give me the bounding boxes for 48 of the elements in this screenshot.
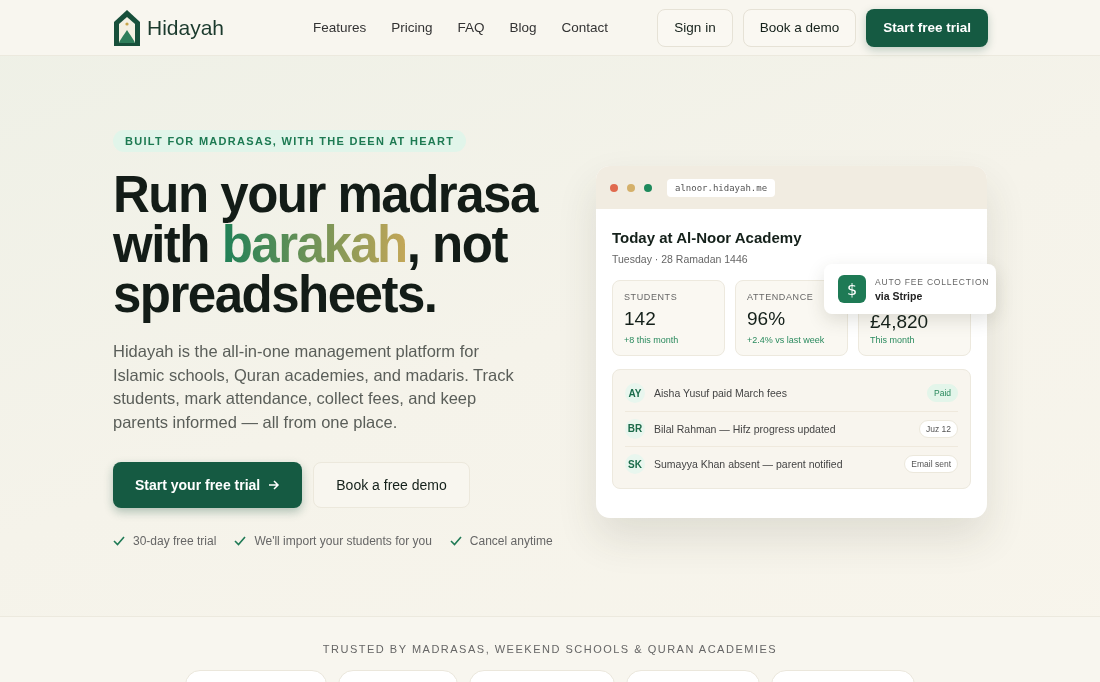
perk-text: Cancel anytime (469, 534, 553, 548)
nav-link[interactable]: Pricing (391, 20, 433, 35)
activity-text: Sumayya Khan absent — parent notified (654, 458, 844, 471)
stat-label: STUDENTS (624, 292, 679, 303)
start-trial-button[interactable]: Start your free trial (113, 462, 303, 508)
stat-note: +2.4% vs last week (747, 335, 826, 345)
stat-value: 96% (747, 308, 787, 330)
nav-link[interactable]: Features (313, 20, 367, 35)
header-button[interactable]: Sign in (657, 8, 733, 47)
url-bar: alnoor.hidayah.me (667, 178, 776, 197)
eyebrow-badge: BUILT FOR MADRASAS, WITH THE DEEN AT HEART (113, 130, 467, 152)
check-icon (234, 536, 247, 546)
demo-button[interactable]: Book a free demo (313, 462, 470, 508)
popup-title: AUTO FEE COLLECTION (875, 276, 990, 287)
status-tag: Paid (927, 384, 958, 403)
window-dot-icon (644, 183, 652, 192)
arrow-right-icon (268, 479, 281, 491)
initials-avatar: BR (625, 418, 645, 439)
window-dot-icon (610, 183, 618, 192)
status-tag: Juz 12 (918, 419, 958, 438)
perk-text: We'll import your students for you (254, 534, 432, 548)
perk-text: 30-day free trial (133, 534, 217, 548)
header-button[interactable]: Book a demo (742, 8, 857, 47)
nav-link[interactable]: FAQ (457, 20, 485, 35)
stat-note: This month (870, 335, 916, 345)
stat-note: +8 this month (624, 335, 680, 345)
dashboard-date: Tuesday · 28 Ramadan 1446 (612, 253, 749, 265)
initials-avatar: SK (625, 454, 645, 475)
dashboard-title: Today at Al-Noor Academy (612, 229, 803, 246)
stat-value: £4,820 (870, 311, 930, 333)
activity-text: Aisha Yusuf paid March fees (654, 387, 788, 400)
window-dot-icon (627, 183, 635, 192)
check-icon (113, 536, 125, 546)
stat-value: 142 (624, 308, 657, 330)
activity-text: Bilal Rahman — Hifz progress updated (654, 422, 837, 435)
popup-subtitle: via Stripe (875, 289, 924, 302)
hero-description: Hidayah is the all-in-one management platform for Islamic schools, Quran academies, and madaris. Track students, mark attendance, collect fees, and keep parents informed — all from one place. (113, 341, 515, 433)
mosque-arch-logo (113, 9, 141, 46)
nav-link[interactable]: Contact (561, 20, 609, 35)
brand-name[interactable]: Hidayah (147, 15, 225, 40)
initials-avatar: AY (625, 383, 645, 404)
check-icon (449, 536, 462, 546)
status-tag: Email sent (904, 455, 958, 474)
stat-label: ATTENDANCE (747, 292, 815, 303)
dollar-icon: $ (838, 275, 866, 303)
trusted-heading: TRUSTED BY MADRASAS, WEEKEND SCHOOLS & QURAN ACADEMIES (322, 643, 778, 655)
nav-link[interactable]: Blog (509, 20, 537, 35)
trial-button[interactable]: Start free trial (866, 8, 988, 47)
